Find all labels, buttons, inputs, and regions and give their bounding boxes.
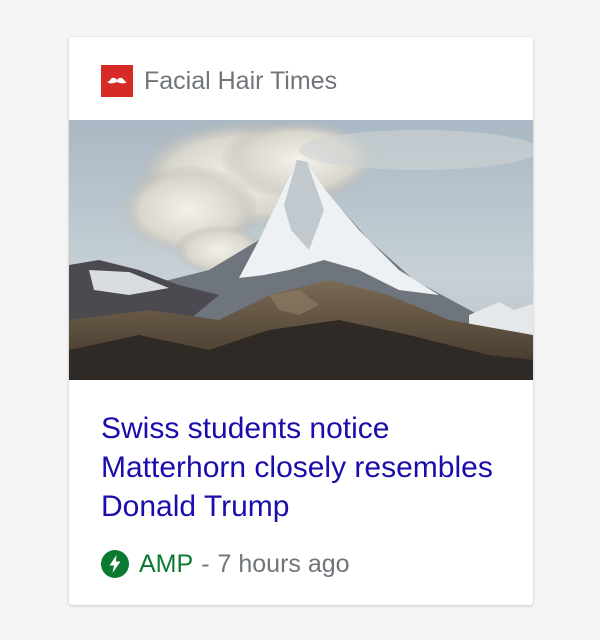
meta-separator: - (201, 550, 210, 578)
publisher-logo (101, 65, 133, 97)
publisher-name: Facial Hair Times (144, 67, 338, 95)
publish-time: 7 hours ago (217, 550, 350, 578)
article-meta: AMP - 7 hours ago (101, 549, 350, 579)
article-image[interactable] (69, 120, 533, 380)
amp-lightning-icon (101, 550, 129, 578)
mustache-icon (107, 77, 127, 84)
article-headline[interactable]: Swiss students notice Matterhorn closely… (101, 409, 511, 526)
amp-label: AMP (139, 550, 194, 578)
news-card[interactable]: Facial Hair Times Swiss students notice … (69, 37, 533, 605)
publisher-header: Facial Hair Times (101, 65, 337, 97)
